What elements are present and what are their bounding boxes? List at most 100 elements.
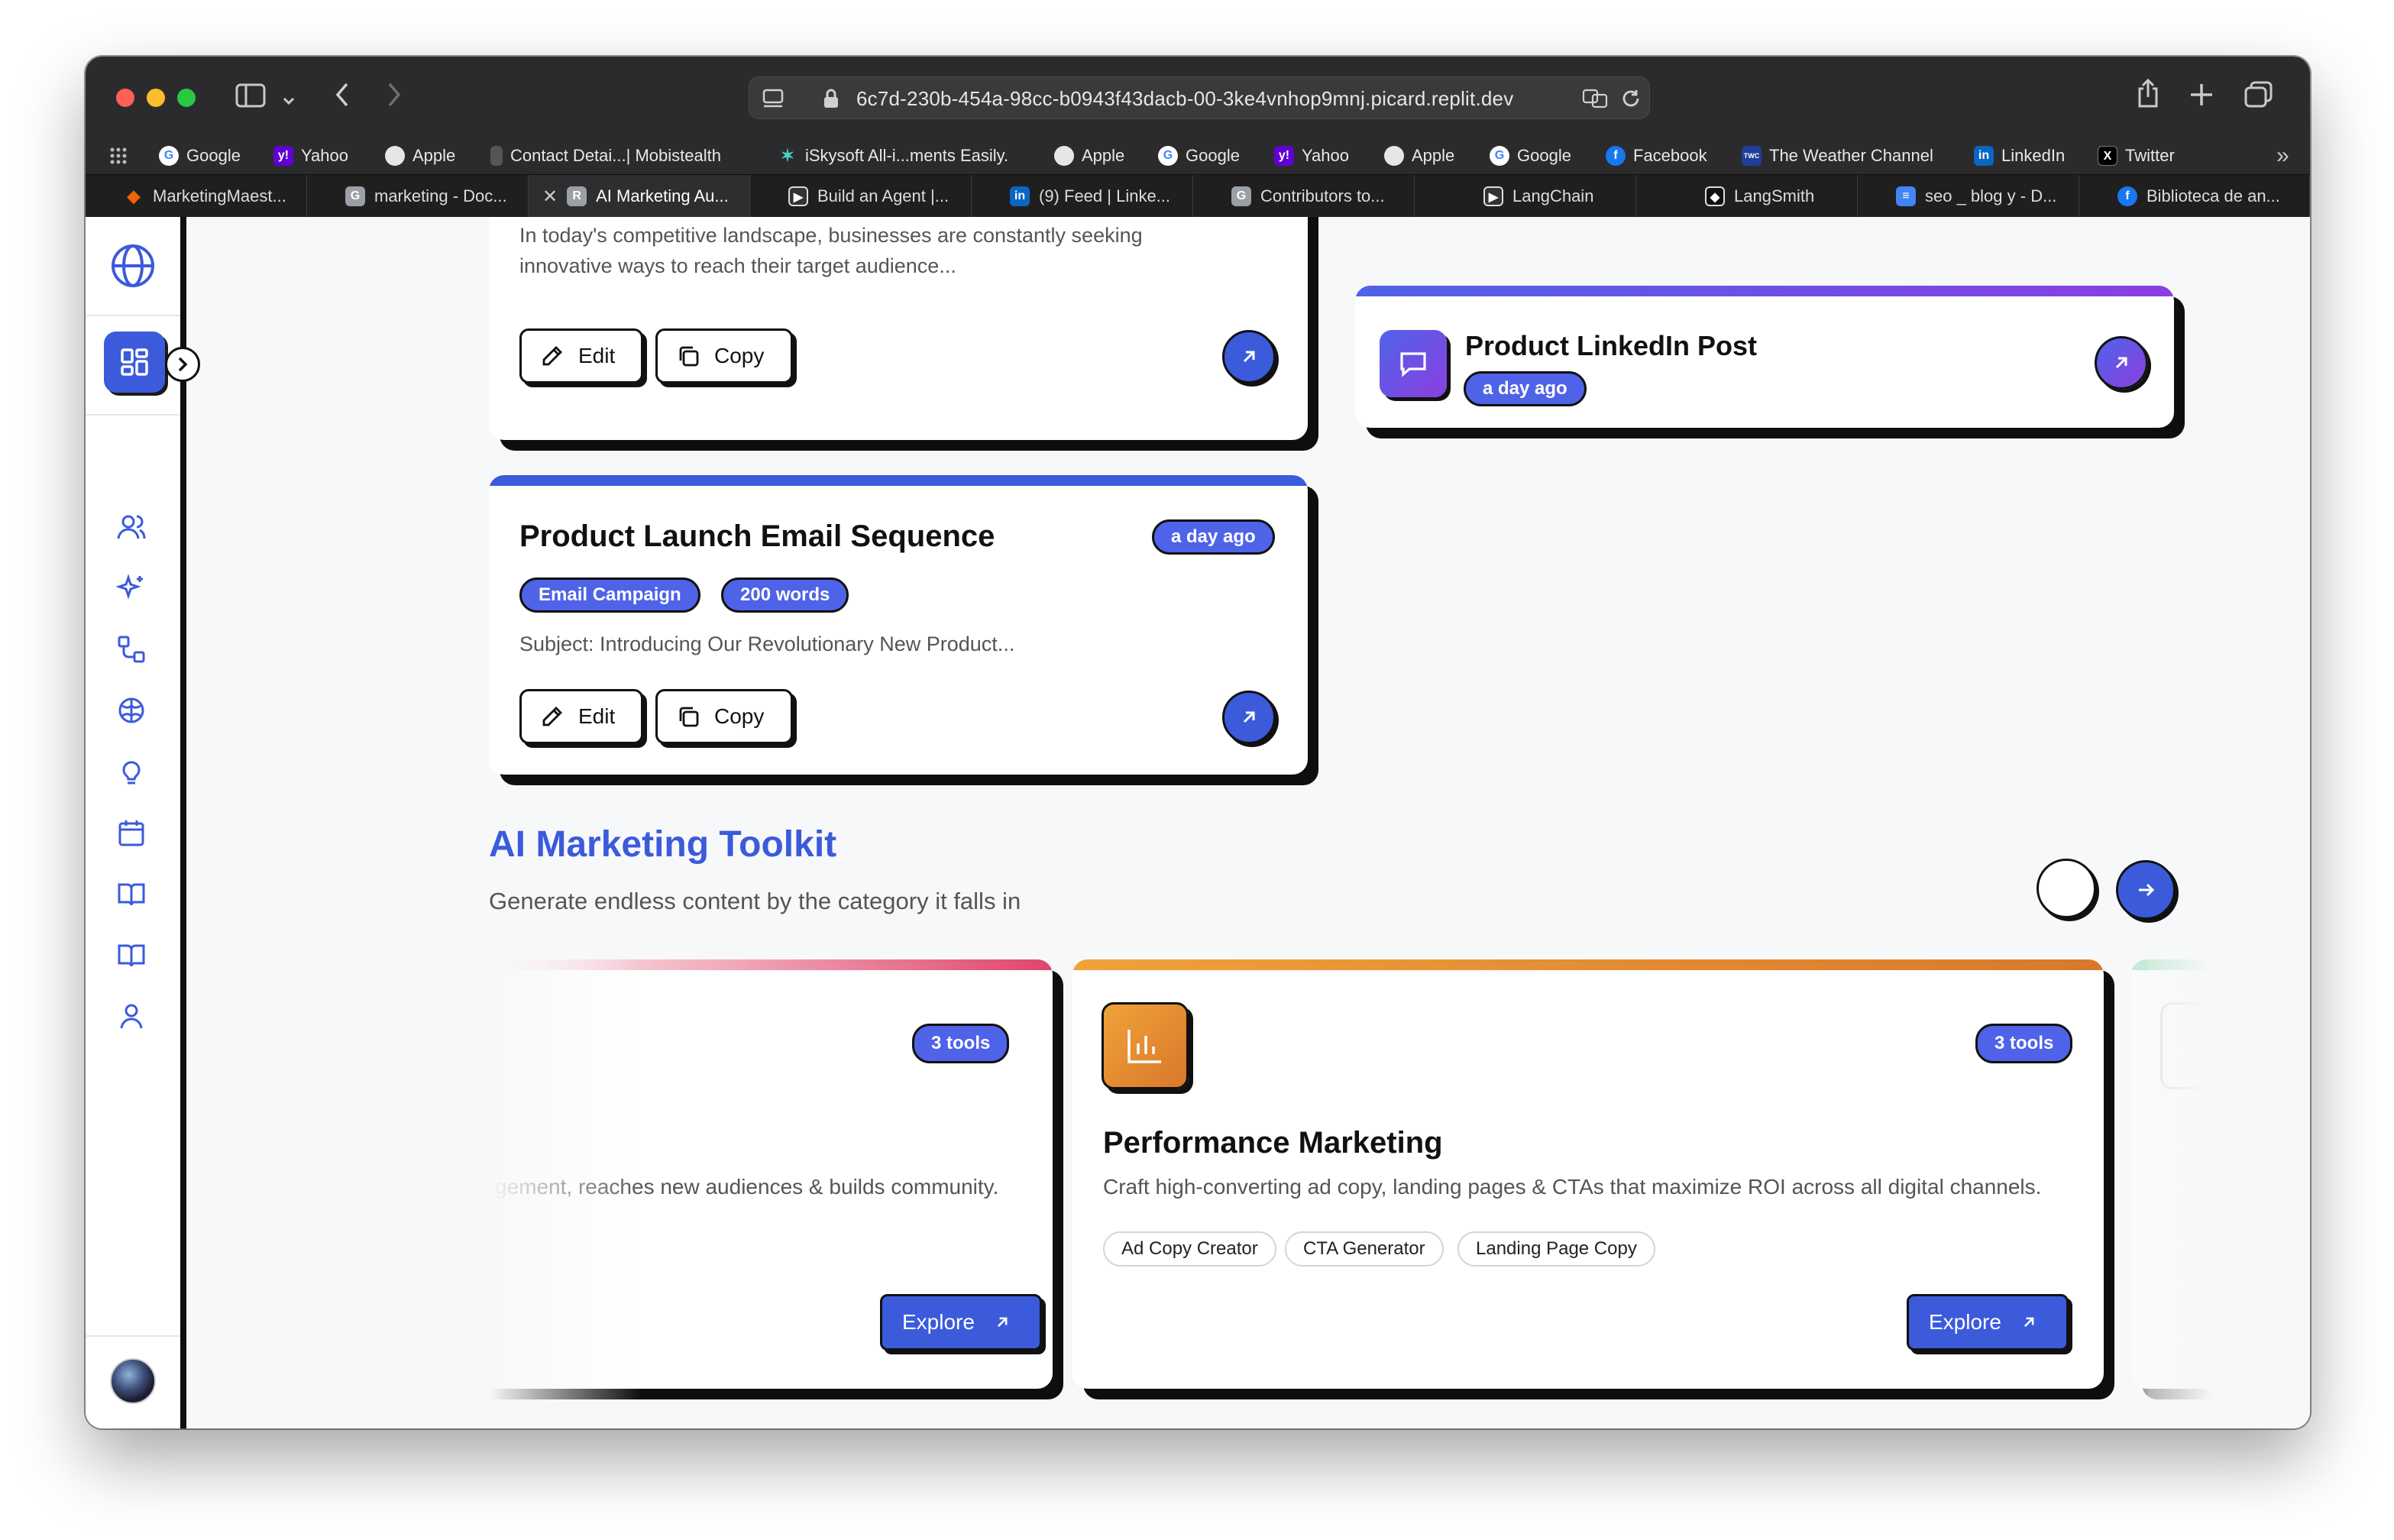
app-sidebar	[86, 217, 200, 1428]
edit-label: Edit	[578, 344, 616, 367]
brain-icon[interactable]	[116, 695, 147, 726]
address-bar[interactable]: 6c7d-230b-454a-98cc-b0943f43dacb-00-3ke4…	[749, 76, 1650, 119]
book-open-icon[interactable]	[116, 878, 147, 909]
card-title: Product Launch Email Sequence	[519, 519, 995, 553]
zoom-window-button[interactable]	[177, 89, 196, 107]
bookmark-label: The Weather Channel	[1769, 146, 1933, 165]
open-item-button[interactable]	[2095, 336, 2148, 390]
explore-button[interactable]: Explore	[1907, 1294, 2069, 1351]
explore-button[interactable]: Explore	[880, 1294, 1042, 1351]
apple-icon	[1054, 146, 1074, 166]
dashboard-button[interactable]	[104, 332, 165, 393]
bookmark-google[interactable]: G Google	[1490, 144, 1571, 168]
tab-biblioteca[interactable]: f Biblioteca de an...	[2079, 175, 2310, 218]
bookmark-google[interactable]: G Google	[159, 144, 241, 168]
bookmark-google[interactable]: G Google	[1158, 144, 1240, 168]
copy-label: Copy	[714, 704, 765, 728]
tab-marketing-doc[interactable]: Gmarketing - Doc...	[307, 175, 529, 218]
chevron-right-icon	[178, 357, 188, 372]
open-item-button[interactable]	[1222, 691, 1276, 744]
tool-tag-ad-copy[interactable]: Ad Copy Creator	[1103, 1231, 1276, 1267]
copy-button[interactable]: Copy	[655, 328, 793, 383]
page-settings-icon[interactable]	[762, 88, 785, 115]
bookmark-linkedin[interactable]: in LinkedIn	[1974, 144, 2065, 168]
calendar-icon[interactable]	[116, 817, 147, 848]
open-item-button[interactable]	[1222, 330, 1276, 383]
bookmark-apple[interactable]: Apple	[1054, 144, 1124, 168]
lightbulb-icon[interactable]	[116, 756, 147, 787]
tab-overview-icon[interactable]	[2244, 81, 2273, 113]
close-window-button[interactable]	[116, 89, 134, 107]
bookmark-twitter[interactable]: X Twitter	[2098, 144, 2175, 168]
user-icon[interactable]	[116, 1001, 147, 1031]
sidebar-divider	[86, 1335, 180, 1337]
carousel-fade-left-gradient	[489, 950, 642, 1409]
tab-label: MarketingMaest...	[153, 186, 286, 205]
bookmark-weather[interactable]: TWC The Weather Channel	[1742, 144, 1933, 168]
edit-label: Edit	[578, 704, 616, 728]
tab-ai-marketing[interactable]: ✕ R AI Marketing Au...	[529, 175, 750, 218]
word-count-tag: 200 words	[721, 578, 849, 613]
avatar[interactable]	[110, 1358, 156, 1404]
bar-chart-icon	[1102, 1002, 1189, 1089]
expand-sidebar-button[interactable]	[165, 347, 200, 382]
sidebar-toggle-icon[interactable]	[235, 82, 266, 113]
workflow-icon[interactable]	[116, 634, 147, 665]
tab-contributors[interactable]: G Contributors to...	[1193, 175, 1415, 218]
content-card: In today's competitive landscape, busine…	[489, 217, 1308, 440]
tool-tag-landing-page[interactable]: Landing Page Copy	[1457, 1231, 1655, 1267]
forward-icon[interactable]	[385, 81, 403, 113]
tab-marketingmaest[interactable]: ◆ MarketingMaest...	[86, 175, 307, 218]
chevron-down-icon[interactable]	[281, 87, 296, 113]
globe-logo-icon[interactable]	[110, 243, 156, 289]
bookmark-apple[interactable]: Apple	[1384, 144, 1454, 168]
arrow-up-right-icon	[1243, 711, 1255, 723]
reload-icon[interactable]	[1620, 88, 1642, 115]
more-bookmarks-icon[interactable]: »	[2276, 143, 2289, 168]
copy-button[interactable]: Copy	[655, 689, 793, 744]
google-docs-icon: ≡	[1896, 186, 1916, 206]
translate-icon[interactable]	[1582, 88, 1609, 115]
content-card-linkedin: Product LinkedIn Post a day ago	[1355, 286, 2174, 428]
carousel-fade-left	[192, 950, 489, 1409]
carousel-prev-button[interactable]	[2037, 859, 2096, 918]
time-badge: a day ago	[1464, 371, 1587, 406]
minimize-window-button[interactable]	[147, 89, 165, 107]
book-open-icon[interactable]	[116, 940, 147, 970]
bookmark-mobistealth[interactable]: Contact Detai...| Mobistealth	[490, 144, 721, 168]
sparkles-icon[interactable]	[115, 573, 147, 603]
back-icon[interactable]	[333, 81, 351, 113]
tab-build-agent[interactable]: ▶ Build an Agent |...	[750, 175, 972, 218]
bookmark-facebook[interactable]: f Facebook	[1606, 144, 1707, 168]
bookmark-label: Apple	[1412, 146, 1455, 165]
doc-g-icon: G	[1231, 186, 1251, 206]
new-tab-icon[interactable]	[2189, 82, 2214, 112]
apps-grid-icon[interactable]	[108, 144, 128, 168]
linkedin-icon: in	[1010, 186, 1030, 206]
carousel-fade-right	[2148, 950, 2310, 1409]
message-square-icon	[1380, 330, 1447, 397]
tab-linkedin-feed[interactable]: in (9) Feed | Linke...	[972, 175, 1193, 218]
close-tab-icon[interactable]: ✕	[542, 186, 558, 208]
arrow-up-right-icon	[997, 1317, 1008, 1328]
bookmark-yahoo[interactable]: y! Yahoo	[1274, 144, 1349, 168]
tab-langchain[interactable]: ▶ LangChain	[1415, 175, 1636, 218]
card-description: In today's competitive landscape, busine…	[519, 224, 1143, 277]
pencil-icon	[542, 707, 562, 726]
edit-button[interactable]: Edit	[519, 689, 643, 744]
bookmark-iskysoft[interactable]: ✶ iSkysoft All-i...ments Easily.	[778, 144, 1008, 168]
tab-seo-blog[interactable]: ≡ seo _ blog y - D...	[1858, 175, 2079, 218]
title-bar: 6c7d-230b-454a-98cc-b0943f43dacb-00-3ke4…	[86, 57, 2310, 136]
edit-button[interactable]: Edit	[519, 328, 643, 383]
tab-langsmith[interactable]: ◆ LangSmith	[1636, 175, 1858, 218]
dashboard-grid-icon	[121, 348, 148, 376]
tab-label: seo _ blog y - D...	[1925, 186, 2057, 205]
bookmark-label: Contact Detai...| Mobistealth	[510, 146, 721, 165]
share-icon[interactable]	[2136, 78, 2160, 113]
tab-label: LangChain	[1512, 186, 1594, 205]
bookmark-apple[interactable]: Apple	[385, 144, 455, 168]
tool-tag-cta[interactable]: CTA Generator	[1285, 1231, 1444, 1267]
users-icon[interactable]	[116, 512, 147, 542]
carousel-next-button[interactable]	[2116, 860, 2176, 920]
bookmark-yahoo[interactable]: y! Yahoo	[273, 144, 348, 168]
